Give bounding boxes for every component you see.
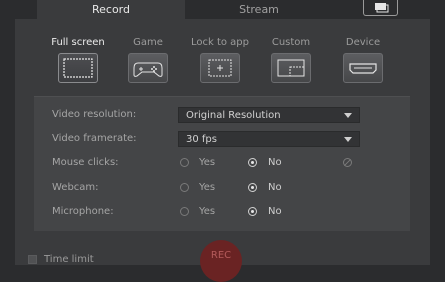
mode-fullscreen[interactable]: Full screen [48,36,108,83]
microphone-no-radio[interactable] [248,207,257,216]
microphone-label: Microphone: [52,206,114,217]
mouse-clicks-yes-radio[interactable] [180,158,189,167]
webcam-label: Webcam: [52,182,99,193]
webcam-yes-radio[interactable] [180,183,189,192]
custom-region-icon [277,59,305,77]
tab-record[interactable]: Record [37,0,185,19]
mode-label: Custom [271,37,311,48]
screen-toggle-button[interactable] [363,0,398,16]
microphone-no-label: No [268,206,282,217]
lock-to-app-tile[interactable] [200,53,240,83]
video-framerate-label: Video framerate: [52,133,137,144]
webcam-no-label: No [268,182,282,193]
rec-button[interactable]: REC [200,240,242,282]
time-limit-label: Time limit [44,254,94,265]
video-framerate-value: 30 fps [186,134,217,145]
webcam-yes-label: Yes [199,182,216,193]
mode-label: Full screen [51,37,105,48]
video-resolution-value: Original Resolution [186,110,281,121]
screen-toggle-icon [375,3,389,13]
mouse-clicks-no-radio[interactable] [248,158,257,167]
fullscreen-tile[interactable] [58,53,98,83]
game-tile[interactable] [128,53,168,83]
microphone-yes-radio[interactable] [180,207,189,216]
mode-label: Game [133,37,163,48]
custom-tile[interactable] [271,53,311,83]
mode-game[interactable]: Game [118,36,178,83]
video-framerate-select[interactable]: 30 fps [178,131,360,147]
rec-label: REC [210,250,232,261]
mode-lock-to-app[interactable]: Lock to app [190,36,250,83]
lock-to-app-icon [208,59,232,77]
video-resolution-label: Video resolution: [52,109,137,120]
microphone-yes-label: Yes [199,206,216,217]
device-tile[interactable] [343,53,383,83]
fullscreen-icon [63,58,93,78]
gamepad-icon [133,62,163,77]
hdmi-device-icon [349,63,377,74]
mode-label: Lock to app [190,37,250,48]
video-resolution-select[interactable]: Original Resolution [178,107,360,123]
mode-label: Device [345,37,381,48]
chevron-down-icon [344,137,352,142]
time-limit-checkbox[interactable] [28,255,37,264]
mouse-clicks-yes-label: Yes [199,157,216,168]
chevron-down-icon [344,113,352,118]
tab-bar: Record Stream [0,0,445,19]
disabled-icon [343,158,352,167]
mouse-clicks-no-label: No [268,157,282,168]
settings-panel: Video resolution: Original Resolution Vi… [34,96,410,231]
tab-stream[interactable]: Stream [185,0,333,19]
webcam-no-radio[interactable] [248,183,257,192]
mouse-clicks-label: Mouse clicks: [52,157,119,168]
mode-device[interactable]: Device [333,36,393,83]
mode-custom[interactable]: Custom [261,36,321,83]
